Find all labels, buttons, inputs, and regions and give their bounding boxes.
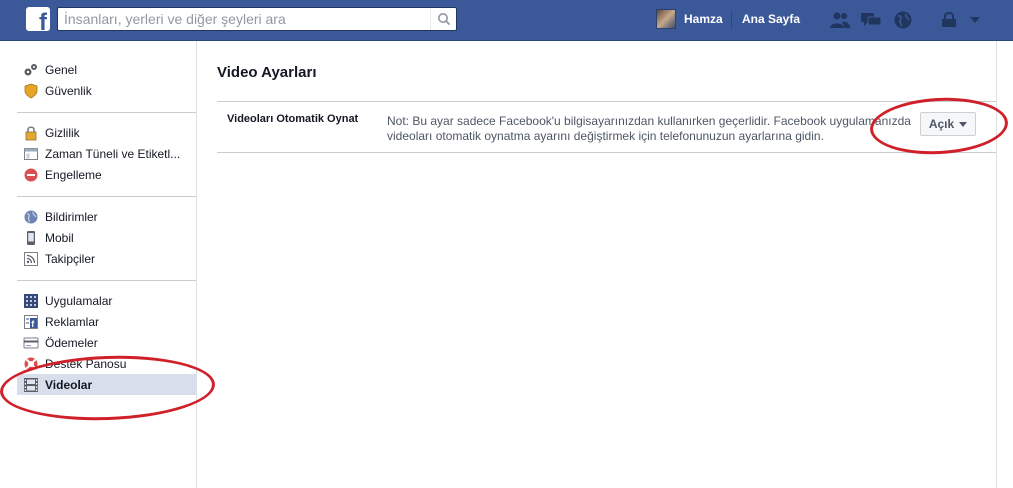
sidebar-item-label: Destek Panosu [45,356,127,371]
account-menu-chevron-icon[interactable] [964,10,986,30]
sidebar-item-engelleme[interactable]: Engelleme [17,164,197,185]
sidebar-item-odemeler[interactable]: Ödemeler [17,332,197,353]
search-icon[interactable] [430,8,456,30]
sidebar-item-label: Ödemeler [45,335,98,350]
sidebar-item-reklamlar[interactable]: f Reklamlar [17,311,197,332]
sidebar-item-gizlilik[interactable]: Gizlilik [17,122,197,143]
sidebar-divider [17,112,196,113]
sidebar-item-bildirimler[interactable]: Bildirimler [17,206,197,227]
ads-icon: f [23,314,39,330]
autoplay-dropdown-button[interactable]: Açık [920,112,976,136]
sidebar-item-label: Videolar [45,377,93,392]
apps-icon [23,293,39,309]
rss-icon [23,251,39,267]
lock-icon [23,125,39,141]
sidebar-item-uygulamalar[interactable]: Uygulamalar [17,290,197,311]
autoplay-setting-row: Videoları Otomatik Oynat Not: Bu ayar sa… [217,101,996,153]
dropdown-value: Açık [928,117,955,131]
nav-divider [731,12,732,28]
sidebar-item-label: Uygulamalar [45,293,113,308]
privacy-shortcuts-icon[interactable] [938,10,960,30]
sidebar-item-label: Mobil [45,230,74,245]
sidebar-item-destek-panosu[interactable]: Destek Panosu [17,353,197,374]
friend-requests-icon[interactable] [829,10,851,30]
search-box [57,7,457,31]
film-icon [23,377,39,393]
sidebar-item-guvenlik[interactable]: Güvenlik [17,80,197,101]
gears-icon [23,62,39,78]
content-right-border [996,41,997,488]
block-icon [23,167,39,183]
lifebuoy-icon [23,356,39,372]
sidebar-item-label: Genel [45,62,78,77]
avatar [656,9,676,29]
notifications-icon[interactable] [892,10,914,30]
profile-name: Hamza [684,12,723,26]
sidebar-item-videolar[interactable]: Videolar [17,374,197,395]
phone-icon [23,230,39,246]
facebook-logo-icon[interactable]: f [26,7,50,31]
credit-card-icon [23,335,39,351]
sidebar-item-mobil[interactable]: Mobil [17,227,197,248]
shield-icon [23,83,39,99]
sidebar-group-privacy: Gizlilik Zaman Tüneli ve Etiketl... Enge… [17,122,197,185]
sidebar-item-label: Reklamlar [45,314,100,329]
top-bar: f Hamza Ana Sayfa [0,0,1013,41]
sidebar-item-label: Engelleme [45,167,102,182]
sidebar-group-general: Genel Güvenlik [17,59,197,101]
sidebar-item-genel[interactable]: Genel [17,59,197,80]
home-link[interactable]: Ana Sayfa [742,12,800,26]
caret-down-icon [959,121,968,127]
sidebar-group-notifications: Bildirimler Mobil Takipçiler [17,206,197,269]
sidebar-item-label: Gizlilik [45,125,80,140]
sidebar-item-label: Bildirimler [45,209,98,224]
page-title: Video Ayarları [217,64,317,81]
messages-icon[interactable] [860,10,882,30]
setting-label: Videoları Otomatik Oynat [227,113,359,125]
globe-icon [23,209,39,225]
sidebar-divider [17,280,196,281]
timeline-icon [23,146,39,162]
sidebar-item-zaman-tuneli[interactable]: Zaman Tüneli ve Etiketl... [17,143,197,164]
sidebar-item-label: Takipçiler [45,251,96,266]
setting-description: Not: Bu ayar sadece Facebook'u bilgisaya… [387,114,911,143]
settings-sidebar: Genel Güvenlik Gizlilik Zaman Tüneli ve … [0,41,197,488]
sidebar-item-label: Zaman Tüneli ve Etiketl... [45,146,181,161]
search-input[interactable] [58,8,428,30]
sidebar-item-label: Güvenlik [45,83,92,98]
sidebar-group-apps: Uygulamalar f Reklamlar Ödemeler Destek … [17,290,197,395]
sidebar-item-takipciler[interactable]: Takipçiler [17,248,197,269]
sidebar-divider [17,196,196,197]
profile-link[interactable]: Hamza [656,8,723,30]
